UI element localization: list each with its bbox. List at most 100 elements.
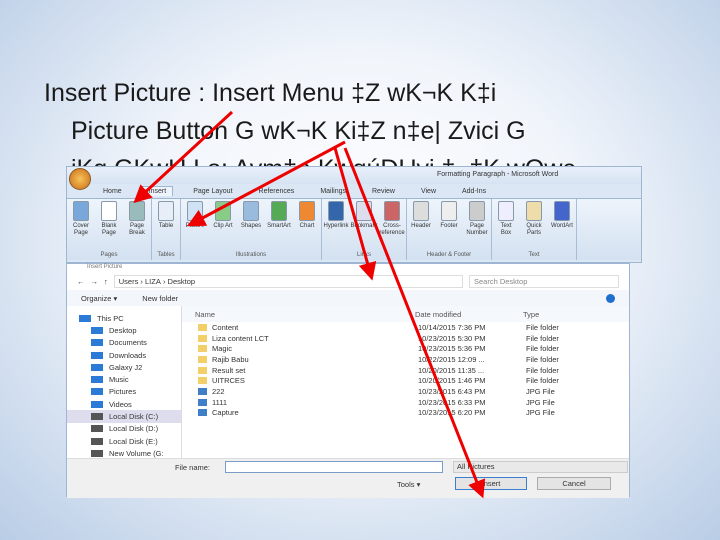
tab-view[interactable]: View (415, 187, 442, 196)
nav-item[interactable]: Local Disk (E:) (67, 435, 181, 447)
file-row[interactable]: 222 10/23/2015 6:43 PM JPG File (182, 386, 629, 397)
search-input[interactable]: Search Desktop (469, 274, 619, 288)
tab-home[interactable]: Home (97, 187, 128, 196)
file-type: File folder (526, 322, 559, 332)
file-list: Name Date modified Type Content 10/14/201… (182, 306, 629, 458)
cover-page-icon (73, 201, 89, 221)
cross-reference-icon (384, 201, 400, 221)
file-row[interactable]: UITRCES 10/20/2015 1:46 PM File folder (182, 375, 629, 386)
footer-button[interactable]: Footer (438, 201, 460, 252)
office-button[interactable] (69, 168, 91, 190)
picture-button[interactable]: Picture (184, 201, 206, 252)
group-text: Text Box Quick Parts WordArt Text (492, 199, 577, 260)
clip-art-button[interactable]: Clip Art (212, 201, 234, 252)
nav-item[interactable]: Downloads (67, 349, 181, 361)
forward-icon[interactable]: → (91, 277, 99, 286)
tab-references[interactable]: References (253, 187, 301, 196)
bookmark-button[interactable]: Bookmark (350, 201, 378, 252)
button-label: Page Break (129, 223, 145, 236)
address-bar[interactable]: Users › LIZA › Desktop (113, 274, 463, 288)
column-date[interactable]: Date modified (415, 310, 523, 319)
file-name: Magic (212, 344, 233, 354)
shapes-button[interactable]: Shapes (240, 201, 262, 252)
location-icon (91, 339, 103, 347)
quick-parts-button[interactable]: Quick Parts (523, 201, 545, 252)
tab-mailings[interactable]: Mailings (314, 187, 352, 196)
file-row[interactable]: 1111 10/23/2015 6:33 PM JPG File (182, 397, 629, 408)
blank-page-button[interactable]: Blank Page (98, 201, 120, 252)
file-row[interactable]: Rajib Babu 10/22/2015 12:09 ... File folde… (182, 354, 629, 365)
file-name-input[interactable] (225, 461, 443, 473)
text-box-button[interactable]: Text Box (495, 201, 517, 252)
nav-item[interactable]: Pictures (67, 386, 181, 398)
column-type[interactable]: Type (523, 310, 629, 319)
file-row[interactable]: Magic 10/23/2015 5:36 PM File folder (182, 343, 629, 354)
page-break-button[interactable]: Page Break (126, 201, 148, 252)
file-row[interactable]: Result set 10/20/2015 11:35 ... File folde… (182, 365, 629, 376)
nav-item[interactable]: Documents (67, 337, 181, 349)
path-liza[interactable]: LIZA (145, 277, 161, 286)
nav-item[interactable]: This PC (67, 312, 181, 324)
help-icon[interactable] (606, 293, 615, 303)
button-label: Bookmark (350, 223, 378, 229)
organize-button[interactable]: Organize ▾ (81, 294, 117, 303)
wordart-button[interactable]: WordArt (551, 201, 573, 252)
file-type: File folder (526, 365, 559, 375)
bookmark-icon (356, 201, 372, 221)
dialog-footer: File name: All Pictures Tools ▾ Insert C… (67, 458, 629, 498)
back-icon[interactable]: ← (77, 277, 85, 286)
group-label: Header & Footer (426, 252, 472, 258)
chart-button[interactable]: Chart (296, 201, 318, 252)
new-folder-button[interactable]: New folder (142, 294, 178, 303)
folder-icon (198, 323, 207, 331)
tab-insert[interactable]: Insert (141, 186, 174, 196)
file-name-label: File name: (175, 463, 211, 472)
path-desktop[interactable]: Desktop (168, 277, 196, 286)
nav-item[interactable]: Videos (67, 398, 181, 410)
nav-label: Local Disk (E:) (109, 436, 158, 446)
file-type-select[interactable]: All Pictures (453, 461, 628, 473)
up-icon[interactable]: ↑ (104, 277, 108, 286)
file-row[interactable]: Liza content LCT 10/23/2015 5:30 PM File f… (182, 333, 629, 344)
cancel-button[interactable]: Cancel (537, 477, 611, 490)
header-button[interactable]: Header (410, 201, 432, 252)
tab-page-layout[interactable]: Page Layout (187, 187, 238, 196)
file-type: File folder (526, 344, 559, 354)
page-number-button[interactable]: Page Number (466, 201, 488, 252)
tab-add-ins[interactable]: Add-Ins (456, 187, 492, 196)
page-number-icon (469, 201, 485, 221)
nav-item[interactable]: Desktop (67, 324, 181, 336)
folder-icon (198, 366, 207, 374)
cross-reference-button[interactable]: Cross-reference (379, 201, 405, 252)
location-icon (91, 425, 103, 433)
picture-icon (187, 201, 203, 221)
insert-button[interactable]: Insert (455, 477, 527, 490)
nav-item[interactable]: Local Disk (D:) (67, 423, 181, 435)
table-button[interactable]: Table (155, 201, 177, 252)
tab-review[interactable]: Review (366, 187, 401, 196)
location-icon (91, 351, 103, 359)
group-label: Links (356, 252, 371, 258)
smartart-button[interactable]: SmartArt (267, 201, 291, 252)
tools-button[interactable]: Tools ▾ (397, 480, 420, 489)
group-tables: Table Tables (152, 199, 181, 260)
quick-parts-icon (526, 201, 542, 221)
button-label: Page Number (466, 223, 488, 236)
nav-label: Videos (109, 399, 132, 409)
nav-item[interactable]: Galaxy J2 (67, 361, 181, 373)
path-users[interactable]: Users (119, 277, 139, 286)
hyperlink-button[interactable]: Hyperlink (324, 201, 349, 252)
file-row[interactable]: Capture 10/23/2015 6:20 PM JPG File (182, 408, 629, 419)
file-row[interactable]: Content 10/14/2015 7:36 PM File folder (182, 322, 629, 333)
chart-icon (299, 201, 315, 221)
file-name: Liza content LCT (212, 333, 269, 343)
group-label: Text (528, 252, 540, 258)
nav-item[interactable]: Music (67, 373, 181, 385)
cover-page-button[interactable]: Cover Page (70, 201, 92, 252)
column-name[interactable]: Name (195, 310, 415, 319)
title-line-1: Insert Picture : Insert Menu ‡Z wK¬K K‡i (44, 79, 497, 107)
nav-item[interactable]: Local Disk (C:) (67, 410, 181, 423)
quick-access-toolbar: Formatting Paragraph - Microsoft Word (67, 167, 641, 190)
ribbon-tabs: Home Insert Page Layout References Mailings R… (67, 184, 641, 198)
clip-art-icon (215, 201, 231, 221)
